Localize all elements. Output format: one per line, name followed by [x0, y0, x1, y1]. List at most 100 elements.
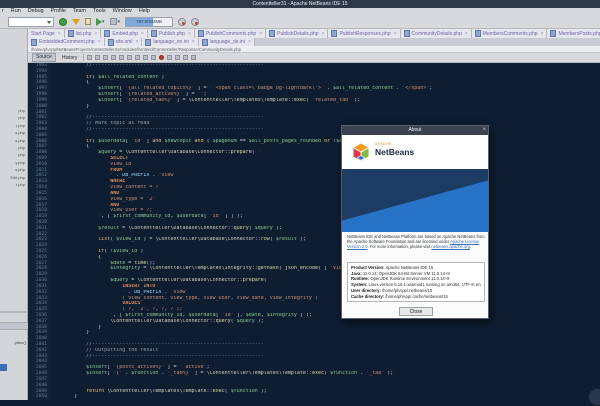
project-file-item[interactable]: s.php [0, 137, 27, 144]
globe-icon[interactable] [59, 17, 67, 26]
dialog-banner-graphic [342, 169, 488, 232]
editor-tab[interactable]: Start Page × [28, 29, 65, 38]
website-link[interactable]: netbeans.apache.org [431, 244, 469, 249]
close-tab-icon[interactable]: × [58, 30, 61, 38]
editor-tab[interactable]: MembersComments.php × [471, 29, 548, 38]
tab-label: Embed.php [112, 30, 138, 37]
editor-tab[interactable]: CommunityDetails.php × [400, 29, 472, 38]
file-icon [107, 38, 114, 46]
close-tab-icon[interactable]: × [465, 30, 468, 38]
project-tree-fragments: php php r.php s.php s.php php php y.php s.php Edi… [0, 29, 27, 188]
project-file-item[interactable]: php [0, 114, 27, 121]
editor-tab[interactable]: language_de.ini × [198, 38, 255, 46]
close-tab-icon[interactable]: × [192, 38, 195, 46]
file-icon [145, 38, 152, 46]
close-tab-icon[interactable]: × [141, 30, 144, 38]
project-file-item[interactable]: s.php [0, 166, 27, 173]
editor-tab[interactable]: language_en.ini × [142, 38, 199, 46]
menu-item-r[interactable]: r [2, 8, 4, 15]
close-tab-icon[interactable]: × [94, 30, 97, 38]
editor-tab[interactable]: PublishResponses.php × [328, 29, 401, 38]
next-bookmark-icon[interactable] [151, 55, 157, 60]
menu-item-help[interactable]: Help [139, 8, 150, 15]
last-edit-icon[interactable] [87, 55, 93, 60]
shift-right-icon[interactable] [175, 55, 181, 60]
gc-icon[interactable] [178, 17, 187, 26]
tab-label: Start Page [31, 30, 55, 37]
chevron-down-icon: ▾ [102, 18, 105, 25]
dialog-paragraph: NetBeans IDE and NetBeans Platform are b… [347, 234, 485, 249]
menu-item-window[interactable]: Window [113, 8, 132, 15]
file-icon [474, 30, 481, 37]
deploy-button[interactable]: ▾ [109, 18, 120, 26]
toggle-highlight-icon[interactable] [135, 55, 141, 60]
find-previous-icon[interactable] [127, 55, 133, 60]
editor-tab[interactable]: site.xml × [104, 38, 143, 46]
editor-tab[interactable]: PublishDetails.php × [266, 29, 329, 38]
comment-icon[interactable] [183, 55, 189, 60]
menu-item-run[interactable]: Run [11, 8, 21, 15]
template-icon[interactable] [85, 18, 91, 25]
netbeans-brand-text: NetBeans [375, 147, 415, 157]
find-selection-icon[interactable] [111, 55, 117, 60]
file-icon [31, 38, 37, 46]
back-icon[interactable] [95, 55, 101, 60]
panel-divider [0, 311, 28, 313]
close-tab-icon[interactable]: × [541, 30, 544, 38]
dialog-close-icon[interactable]: × [482, 126, 486, 135]
profile-points-icon[interactable] [191, 17, 200, 26]
history-toggle-button[interactable]: History [59, 55, 81, 61]
project-file-item[interactable]: t.php [0, 181, 27, 188]
project-file-item[interactable]: php [0, 107, 27, 114]
code-editor[interactable]: 1993 //---------------------------------… [28, 63, 600, 400]
menu-item-profile[interactable]: Profile [51, 8, 66, 15]
netbeans-logo-area: APACHE NetBeans [342, 135, 488, 169]
previous-bookmark-icon[interactable] [143, 55, 149, 60]
tab-label: EmbeddedComment.php [39, 39, 95, 45]
notification-bubble[interactable] [588, 388, 600, 406]
close-button[interactable]: Close [399, 307, 433, 316]
project-file-item[interactable]: y.php [0, 159, 27, 166]
uncomment-icon[interactable] [191, 55, 197, 60]
shift-left-icon[interactable] [167, 55, 173, 60]
navigator-icon [0, 364, 7, 371]
netbeans-cube-icon [352, 142, 370, 163]
version-info-box: Product Version: Apache NetBeans IDE 15 J… [347, 262, 485, 302]
editor-tab[interactable]: PublishComments.php × [194, 29, 267, 38]
project-file-item[interactable]: r.php [0, 122, 27, 129]
run-button[interactable]: ▾ [96, 17, 105, 26]
project-file-item[interactable]: php [0, 144, 27, 151]
close-tab-icon[interactable]: × [394, 30, 397, 38]
project-file-item[interactable]: Edit.php [0, 174, 27, 181]
file-icon [201, 38, 208, 46]
editor-tab[interactable]: MembersPosts.php× [547, 29, 600, 38]
file-icon [197, 30, 204, 37]
forward-icon[interactable] [103, 55, 109, 60]
code-lines: 1993 //---------------------------------… [28, 63, 600, 400]
memory-bar[interactable]: 787.5/332MB [125, 16, 174, 27]
menu-item-team[interactable]: Team [73, 8, 86, 15]
filter-icon[interactable] [72, 18, 80, 25]
close-tab-icon[interactable]: × [248, 38, 251, 46]
config-combobox[interactable] [8, 16, 54, 27]
file-icon [67, 30, 74, 37]
project-file-item[interactable]: php [0, 151, 27, 158]
navigator-item[interactable]: ption() [0, 340, 28, 345]
find-next-icon[interactable] [119, 55, 125, 60]
editor-tab[interactable]: Publish.php × [147, 29, 195, 38]
tab-label: language_en.ini [153, 39, 189, 45]
source-toggle-button[interactable]: Source [32, 53, 56, 62]
menu-item-tools[interactable]: Tools [93, 8, 106, 15]
editor-tab[interactable]: Embed.php × [101, 29, 148, 38]
close-tab-icon[interactable]: × [322, 30, 325, 38]
editor-tab[interactable]: EmbeddedComment.php × [28, 38, 105, 46]
menu-item-debug[interactable]: Debug [28, 8, 44, 15]
breakpoint-icon[interactable] [159, 55, 165, 60]
editor-tab[interactable]: list.php × [64, 29, 102, 38]
close-tab-icon[interactable]: × [259, 30, 262, 38]
close-tab-icon[interactable]: × [98, 38, 101, 46]
project-file-item[interactable]: s.php [0, 129, 27, 136]
dialog-title: About [342, 126, 488, 135]
close-tab-icon[interactable]: × [188, 30, 191, 38]
close-tab-icon[interactable]: × [135, 38, 138, 46]
